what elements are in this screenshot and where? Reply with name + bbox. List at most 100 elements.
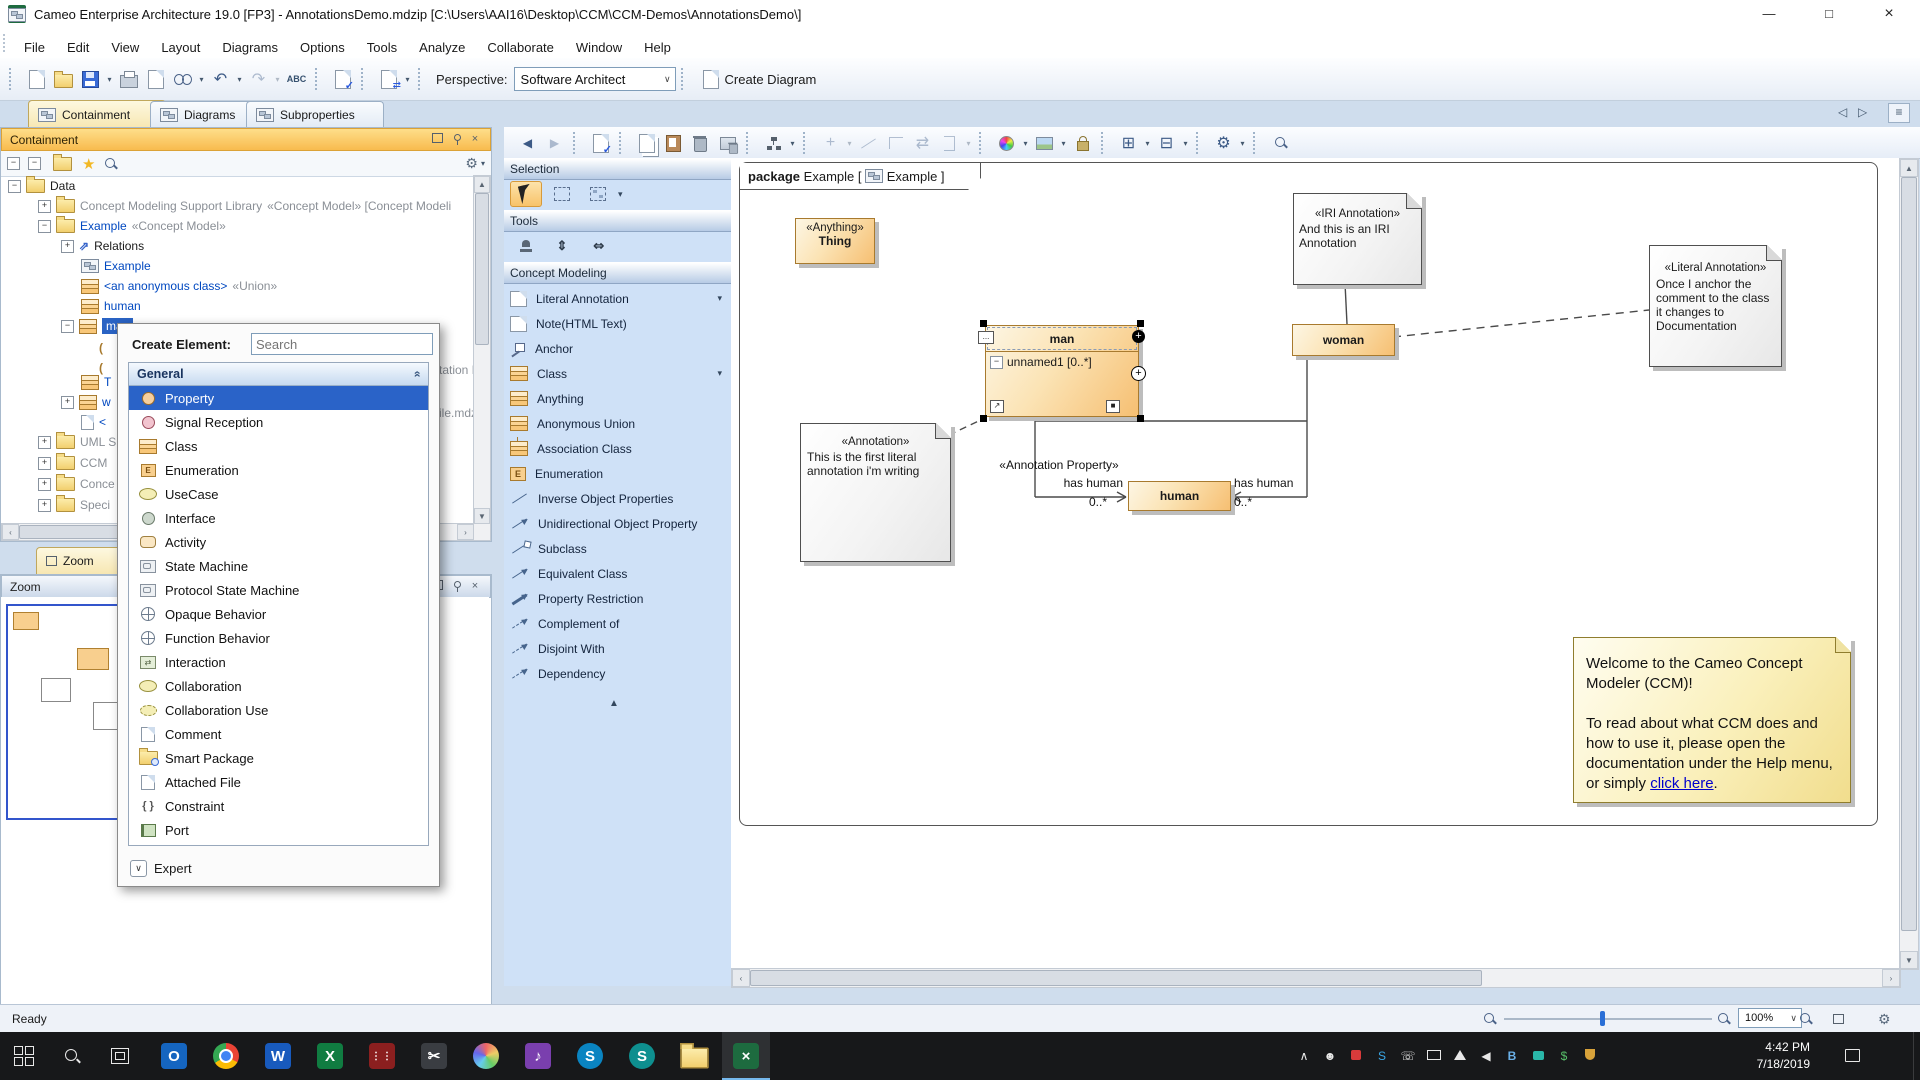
tray-bluetooth-icon[interactable]: B (1504, 1049, 1520, 1065)
tree-row-t-class[interactable]: T (81, 373, 111, 391)
diagram-validate-button[interactable]: ✓ (587, 130, 614, 157)
popup-item-comment[interactable]: Comment (129, 722, 428, 746)
minimize-button[interactable]: — (1740, 0, 1798, 28)
close-panel-icon[interactable]: × (468, 580, 482, 593)
tree-settings-gear-icon[interactable]: ⚙ (465, 155, 478, 172)
pin-icon[interactable] (449, 133, 463, 146)
spell-check-button[interactable]: ABC (283, 66, 310, 93)
find-button[interactable] (169, 66, 196, 93)
collapse-all-icon[interactable]: − (7, 157, 20, 170)
tray-phone-icon[interactable]: ☏ (1400, 1049, 1416, 1065)
taskbar-cameo-active[interactable]: × (722, 1032, 770, 1080)
expander-icon[interactable]: − (8, 180, 21, 193)
hidden-icons-chevron[interactable]: ∧ (1296, 1049, 1312, 1065)
selection-handle[interactable] (980, 415, 987, 422)
scrollbar-thumb[interactable] (475, 193, 489, 345)
taskbar-skype[interactable]: S (566, 1032, 614, 1080)
tray-red-status-icon[interactable] (1348, 1049, 1364, 1065)
popup-item-attached-file[interactable]: Attached File (129, 770, 428, 794)
new-project-button[interactable] (23, 66, 50, 93)
expand-button[interactable]: + (1131, 366, 1146, 381)
scroll-left-icon[interactable]: ‹ (2, 524, 19, 540)
popup-item-collaboration-use[interactable]: Collaboration Use (129, 698, 428, 722)
expert-toggle[interactable]: ∨ Expert (130, 860, 192, 877)
quick-search-icon[interactable] (105, 158, 117, 170)
popup-item-usecase[interactable]: UseCase (129, 482, 428, 506)
literal-annotation-note[interactable]: «Literal Annotation» Once I anchor the c… (1649, 245, 1782, 367)
expander-icon[interactable]: + (38, 499, 51, 512)
redo-dropdown[interactable]: ▾ (272, 66, 283, 93)
stamp-tool-button[interactable] (510, 233, 542, 259)
zoom-percent-select[interactable]: 100% ∨ (1738, 1008, 1802, 1028)
popup-item-signal-reception[interactable]: Signal Reception (129, 410, 428, 434)
find-dropdown[interactable]: ▾ (196, 66, 207, 93)
popup-item-function-behavior[interactable]: Function Behavior (129, 626, 428, 650)
taskbar-photos-app[interactable] (462, 1032, 510, 1080)
scroll-right-icon[interactable]: › (1882, 969, 1900, 987)
palette-item-enumeration[interactable]: EEnumeration (510, 461, 724, 486)
taskbar-clock[interactable]: 4:42 PM 7/18/2019 (1757, 1039, 1810, 1073)
align-button[interactable]: + (817, 130, 844, 157)
layout-hierarchy-button[interactable] (760, 130, 787, 157)
appearance-dropdown[interactable]: ▾ (1020, 130, 1031, 157)
select-dropdown[interactable]: ▾ (618, 189, 623, 200)
palette-section-selection[interactable]: Selection (504, 158, 736, 180)
open-project-button[interactable] (50, 66, 77, 93)
annotation-note[interactable]: «Annotation» This is the first literal a… (800, 423, 951, 562)
zoom-search-button[interactable] (1267, 130, 1294, 157)
tree-row-woman[interactable]: + w (61, 393, 111, 411)
popup-item-class[interactable]: Class (129, 434, 428, 458)
zoom-slider-thumb[interactable] (1600, 1011, 1605, 1026)
taskbar-search-button[interactable] (48, 1032, 96, 1080)
palette-item-complement-of[interactable]: Complement of (510, 611, 724, 636)
start-button[interactable] (0, 1032, 48, 1080)
tab-scroll-left-icon[interactable]: ◁ (1838, 105, 1847, 119)
selection-handle[interactable] (1137, 415, 1144, 422)
create-diagram-button[interactable]: Create Diagram (695, 66, 825, 92)
expander-icon[interactable]: + (38, 457, 51, 470)
popup-item-state-machine[interactable]: State Machine (129, 554, 428, 578)
palette-item-property-restriction[interactable]: Property Restriction (510, 586, 724, 611)
image-dropdown[interactable]: ▾ (1058, 130, 1069, 157)
palette-section-tools[interactable]: Tools (504, 210, 736, 232)
palette-item-association-class[interactable]: Association Class (510, 436, 724, 461)
tree-row-data[interactable]: − Data (8, 177, 75, 195)
float-panel-icon[interactable] (430, 133, 444, 146)
diagram-canvas[interactable]: package Example [ Example ] «Anythin (731, 158, 1899, 968)
tree-settings-dropdown[interactable]: ▾ (481, 159, 485, 168)
tree-row-ccm-profile[interactable]: + CCM (38, 454, 107, 472)
delete-button[interactable] (687, 130, 714, 157)
expander-icon[interactable]: + (38, 200, 51, 213)
rectilinear-path-button[interactable] (882, 130, 909, 157)
tray-contacts-icon[interactable]: ☻ (1322, 1049, 1338, 1065)
tree-row-example-diagram[interactable]: Example (81, 257, 151, 275)
select-tool-button[interactable] (510, 181, 542, 207)
chevron-down-icon[interactable]: ▾ (717, 368, 722, 379)
show-compartments-dropdown[interactable]: ▾ (1142, 130, 1153, 157)
palette-item-literal-annotation[interactable]: Literal Annotation▾ (510, 286, 724, 311)
print-button[interactable] (115, 66, 142, 93)
tab-list-icon[interactable]: ≡ (1888, 103, 1910, 123)
role-label-right[interactable]: has human (1234, 476, 1293, 490)
compartment-edit-button[interactable]: ... (978, 331, 994, 344)
tree-vertical-scrollbar[interactable]: ▲ ▼ (473, 175, 491, 525)
popup-item-protocol-state-machine[interactable]: Protocol State Machine (129, 578, 428, 602)
canvas-horizontal-scrollbar[interactable]: ‹ › (731, 968, 1901, 988)
palette-item-unidirectional-object-property[interactable]: Unidirectional Object Property (510, 511, 724, 536)
scroll-right-icon[interactable]: › (457, 524, 474, 540)
vertical-split-tool-button[interactable]: ⇕ (546, 233, 578, 259)
expander-icon[interactable]: + (38, 478, 51, 491)
hide-compartments-dropdown[interactable]: ▾ (1180, 130, 1191, 157)
marquee-select-button[interactable] (546, 181, 578, 207)
lock-button[interactable] (1069, 130, 1096, 157)
save-dropdown[interactable]: ▾ (104, 66, 115, 93)
class-man[interactable]: man − unnamed1 [0..*] ... + + ↗ ■ (985, 325, 1139, 417)
tray-skype-icon[interactable]: S (1374, 1049, 1390, 1065)
print-preview-button[interactable] (142, 66, 169, 93)
tray-volume-icon[interactable]: ◀ (1478, 1049, 1494, 1065)
reroute-button[interactable]: ⇄ (909, 130, 936, 157)
expander-icon[interactable]: + (38, 436, 51, 449)
multiplicity-label-left[interactable]: 0..* (1089, 495, 1107, 509)
open-diagram-icon[interactable] (53, 157, 72, 171)
palette-item-class[interactable]: Class▾ (510, 361, 724, 386)
